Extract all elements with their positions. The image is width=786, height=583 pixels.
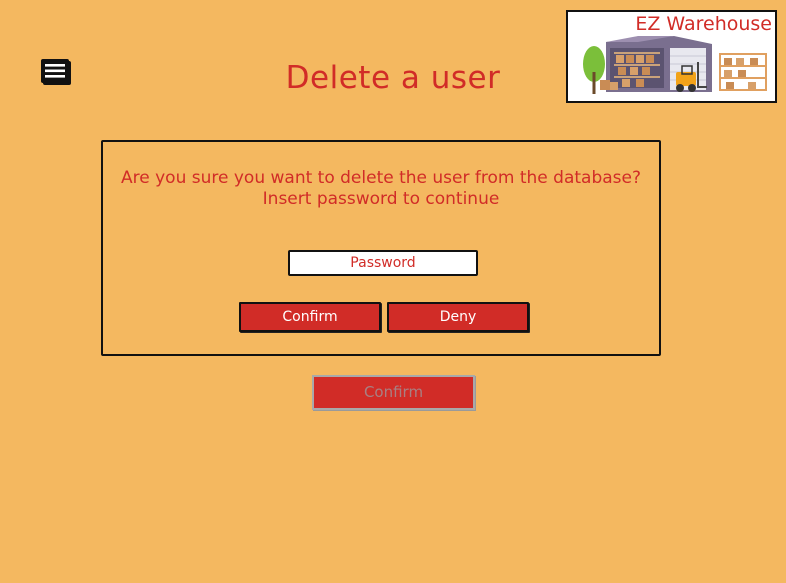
confirm-button[interactable]: Confirm <box>239 302 381 332</box>
deny-button[interactable]: Deny <box>387 302 529 332</box>
logo-text: EZ Warehouse <box>635 13 772 35</box>
dialog-message: Are you sure you want to delete the user… <box>103 168 659 210</box>
confirmation-question: Are you sure you want to delete the user… <box>121 168 641 188</box>
warehouse-logo-icon <box>583 36 767 94</box>
app-logo: EZ Warehouse <box>566 10 777 103</box>
delete-user-dialog: Are you sure you want to delete the user… <box>101 140 661 356</box>
password-instruction: Insert password to continue <box>262 189 500 209</box>
password-input[interactable] <box>288 250 478 276</box>
confirm-disabled-button[interactable]: Confirm <box>312 375 475 410</box>
